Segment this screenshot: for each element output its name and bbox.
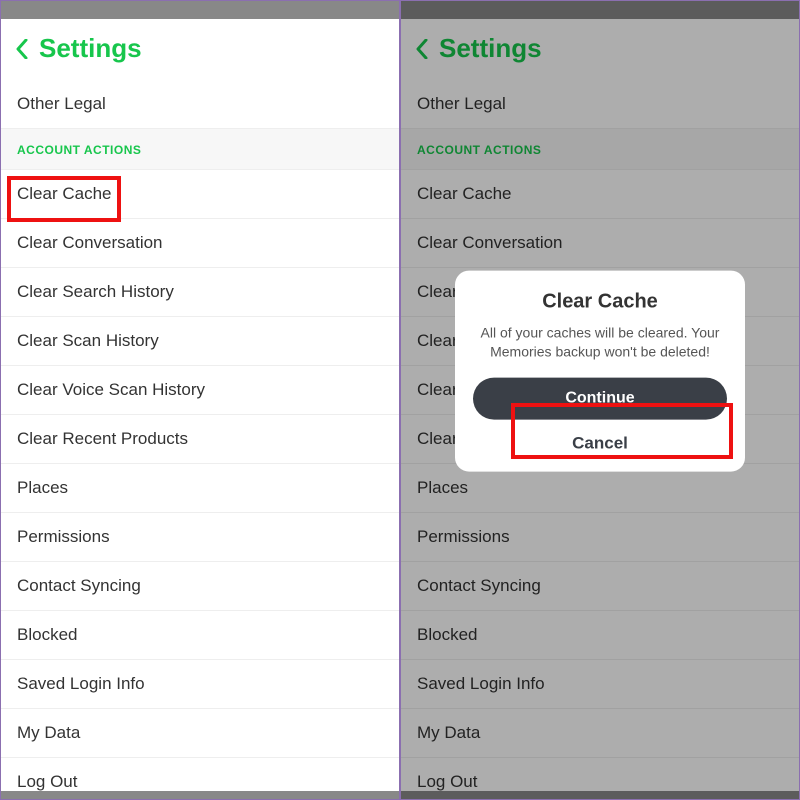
continue-button[interactable]: Continue (473, 377, 727, 419)
list-item-places[interactable]: Places (1, 464, 399, 513)
status-bar (1, 1, 399, 19)
list-item-saved-login-info[interactable]: Saved Login Info (1, 660, 399, 709)
back-chevron-icon[interactable] (15, 38, 29, 60)
cancel-button[interactable]: Cancel (572, 433, 628, 453)
page-title: Settings (39, 33, 142, 64)
list-item-other-legal[interactable]: Other Legal (1, 80, 399, 129)
left-pane: Settings Other Legal ACCOUNT ACTIONS Cle… (0, 0, 400, 800)
list-item-my-data[interactable]: My Data (1, 709, 399, 758)
list-item-clear-voice-scan-history[interactable]: Clear Voice Scan History (1, 366, 399, 415)
modal-body: All of your caches will be cleared. Your… (473, 324, 727, 362)
list-item-clear-search-history[interactable]: Clear Search History (1, 268, 399, 317)
list-item-clear-cache[interactable]: Clear Cache (1, 170, 399, 219)
list-item-permissions[interactable]: Permissions (1, 513, 399, 562)
list-item-clear-scan-history[interactable]: Clear Scan History (1, 317, 399, 366)
list-item-contact-syncing[interactable]: Contact Syncing (1, 562, 399, 611)
settings-header: Settings (1, 19, 399, 80)
clear-cache-modal: Clear Cache All of your caches will be c… (455, 271, 745, 472)
list-item-clear-conversation[interactable]: Clear Conversation (1, 219, 399, 268)
right-pane: Settings Other Legal ACCOUNT ACTIONS Cle… (400, 0, 800, 800)
modal-title: Clear Cache (473, 291, 727, 314)
list-item-clear-recent-products[interactable]: Clear Recent Products (1, 415, 399, 464)
settings-list: Other Legal ACCOUNT ACTIONS Clear Cache … (1, 80, 399, 800)
section-header-account-actions: ACCOUNT ACTIONS (1, 129, 399, 170)
list-item-blocked[interactable]: Blocked (1, 611, 399, 660)
bottom-bar (1, 791, 399, 799)
